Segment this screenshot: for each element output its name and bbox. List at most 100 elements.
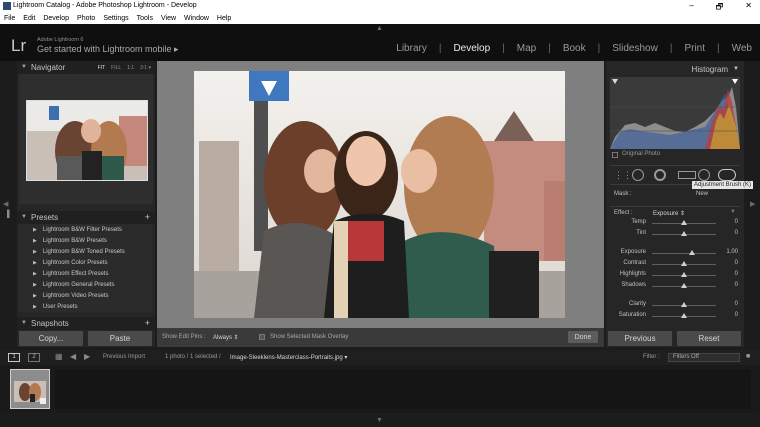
navigator-header[interactable]: ▼ Navigator FIT FILL 1:1 3:1 ▾ (17, 61, 155, 74)
collapse-left-icon[interactable]: ◀ (3, 200, 8, 208)
slider-clarity[interactable]: Clarity 0 (614, 301, 738, 311)
filename-select[interactable]: Image-Sleeklens-Masterclass-Portraits.jp… (230, 354, 347, 361)
slider-thumb[interactable] (681, 231, 687, 236)
image-canvas[interactable] (157, 61, 604, 328)
done-button[interactable]: Done (568, 331, 598, 343)
preset-folder[interactable]: ▶ Lightroom Video Presets (19, 290, 153, 301)
slider-value[interactable]: 1.00 (726, 249, 738, 255)
effect-select[interactable]: Exposure ⇕ (653, 210, 685, 217)
navigator-thumbnail[interactable] (26, 100, 148, 181)
navigator-preview[interactable] (19, 74, 153, 204)
nav-3to1[interactable]: 3:1 ▾ (140, 65, 151, 71)
histogram-header[interactable]: Histogram ▼ (606, 63, 744, 76)
slider-value[interactable]: 0 (735, 271, 738, 277)
module-map[interactable]: Map (517, 43, 536, 54)
slider-shadows[interactable]: Shadows 0 (614, 282, 738, 292)
slider-thumb[interactable] (681, 261, 687, 266)
edit-pins-select[interactable]: Always ⇕ (213, 334, 239, 341)
red-eye-icon[interactable] (654, 169, 666, 181)
radial-filter-icon[interactable] (698, 169, 710, 181)
source-label[interactable]: Previous Import (103, 354, 145, 360)
slider-contrast[interactable]: Contrast 0 (614, 260, 738, 270)
menu-develop[interactable]: Develop (43, 15, 69, 22)
collapse-right-icon[interactable]: ▶ (750, 200, 755, 208)
mobile-link[interactable]: Get started with Lightroom mobile ▸ (37, 44, 179, 55)
filmstrip-thumbnail[interactable] (10, 369, 50, 409)
menu-photo[interactable]: Photo (77, 15, 95, 22)
slider-saturation[interactable]: Saturation 0 (614, 312, 738, 322)
slider-tint[interactable]: Tint 0 (614, 230, 738, 240)
menu-edit[interactable]: Edit (23, 15, 35, 22)
menu-view[interactable]: View (161, 15, 176, 22)
add-preset-icon[interactable]: + (145, 212, 150, 222)
slider-thumb[interactable] (681, 272, 687, 277)
slider-thumb[interactable] (681, 313, 687, 318)
module-slideshow[interactable]: Slideshow (612, 43, 658, 54)
preset-folder[interactable]: ▶ User Presets (19, 301, 153, 312)
preset-folder[interactable]: ▶ Lightroom B&W Presets (19, 235, 153, 246)
module-print[interactable]: Print (684, 43, 705, 54)
crop-tool-icon[interactable]: ⋮⋮ (614, 170, 632, 181)
slider-track[interactable] (652, 253, 716, 254)
slider-thumb[interactable] (681, 302, 687, 307)
preset-folder[interactable]: ▶ Lightroom B&W Toned Presets (19, 246, 153, 257)
graduated-filter-icon[interactable] (678, 171, 696, 179)
menu-settings[interactable]: Settings (103, 15, 128, 22)
page-1-button[interactable]: 1 (8, 353, 20, 362)
spot-removal-icon[interactable] (632, 169, 644, 181)
copy-button[interactable]: Copy... (19, 331, 83, 346)
collapse-bottom-icon[interactable]: ▼ (376, 417, 383, 424)
preset-folder[interactable]: ▶ Lightroom Effect Presets (19, 268, 153, 279)
collapse-histogram-icon[interactable]: ▼ (733, 66, 739, 72)
collapse-top-icon[interactable]: ▲ (376, 25, 383, 32)
slider-value[interactable]: 0 (735, 282, 738, 288)
preset-folder[interactable]: ▶ Lightroom Color Presets (19, 257, 153, 268)
original-photo-checkbox[interactable] (612, 152, 618, 158)
main-photo[interactable] (194, 71, 565, 318)
snapshots-header[interactable]: ▼ Snapshots + (17, 317, 155, 330)
module-book[interactable]: Book (563, 43, 586, 54)
slider-thumb[interactable] (689, 250, 696, 255)
page-2-button[interactable]: 2 (28, 353, 40, 362)
slider-highlights[interactable]: Highlights 0 (614, 271, 738, 281)
previous-button[interactable]: Previous (608, 331, 672, 346)
slider-value[interactable]: 0 (735, 230, 738, 236)
forward-arrow-icon[interactable]: ▶ (84, 352, 90, 361)
filter-select[interactable]: Filters Off (668, 353, 740, 362)
paste-button[interactable]: Paste (88, 331, 152, 346)
slider-value[interactable]: 0 (735, 219, 738, 225)
back-arrow-icon[interactable]: ◀ (70, 352, 76, 361)
menu-file[interactable]: File (4, 15, 15, 22)
grid-view-icon[interactable]: ▦ (55, 352, 63, 361)
slider-thumb[interactable] (681, 220, 687, 225)
reset-button[interactable]: Reset (677, 331, 741, 346)
presets-header[interactable]: ▼ Presets + (17, 211, 155, 224)
preset-folder[interactable]: ▶ Lightroom B&W Filter Presets (19, 224, 153, 235)
slider-exposure[interactable]: Exposure 1.00 (614, 249, 738, 259)
lock-icon[interactable]: ■ (746, 353, 750, 360)
mask-new-button[interactable]: New (696, 191, 708, 197)
add-snapshot-icon[interactable]: + (145, 318, 150, 328)
effect-collapse-icon[interactable]: ▼ (730, 209, 736, 215)
menu-window[interactable]: Window (184, 15, 209, 22)
menu-tools[interactable]: Tools (137, 15, 153, 22)
nav-fill[interactable]: FILL (111, 65, 121, 71)
module-library[interactable]: Library (396, 43, 427, 54)
slider-value[interactable]: 0 (735, 301, 738, 307)
slider-temp[interactable]: Temp 0 (614, 219, 738, 229)
module-web[interactable]: Web (732, 43, 752, 54)
slider-thumb[interactable] (681, 283, 687, 288)
mask-overlay-checkbox[interactable] (259, 334, 265, 340)
slider-value[interactable]: 0 (735, 312, 738, 318)
histogram-graph[interactable] (610, 77, 740, 149)
module-develop[interactable]: Develop (453, 43, 490, 54)
navigator-title: Navigator (31, 63, 66, 72)
adjustment-brush-icon[interactable] (718, 169, 736, 181)
slider-label: Clarity (628, 301, 646, 307)
nav-fit[interactable]: FIT (98, 65, 106, 71)
preset-folder[interactable]: ▶ Lightroom General Presets (19, 279, 153, 290)
menu-help[interactable]: Help (217, 15, 231, 22)
slider-value[interactable]: 0 (735, 260, 738, 266)
product-name: Adobe Lightroom 6 (37, 37, 84, 43)
nav-1to1[interactable]: 1:1 (127, 65, 134, 71)
